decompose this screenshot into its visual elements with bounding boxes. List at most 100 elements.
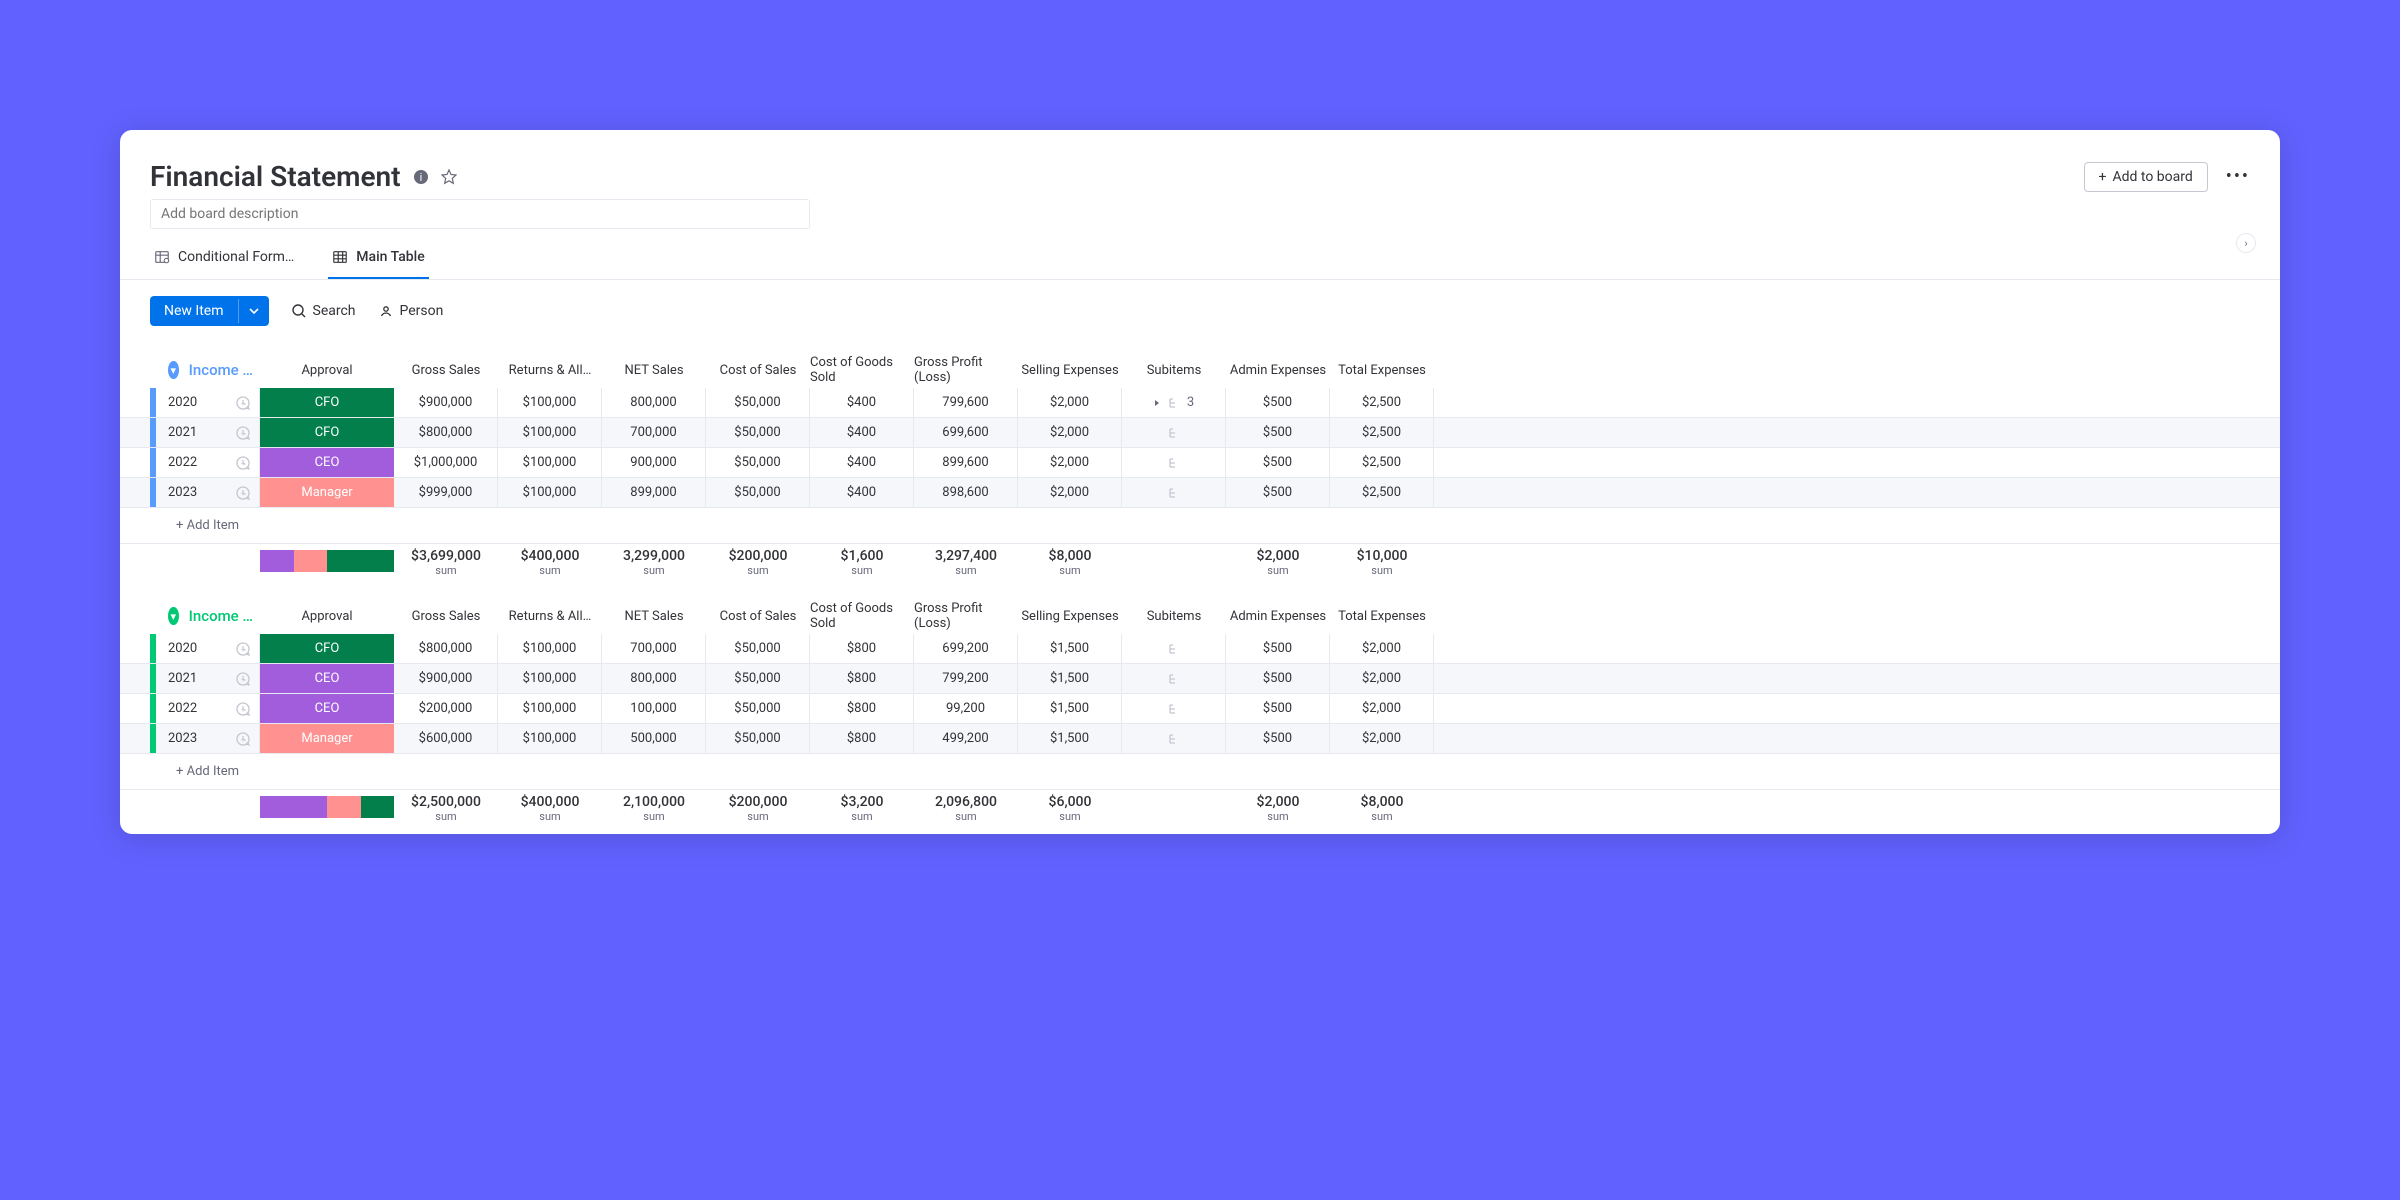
new-item-button[interactable]: New Item <box>150 296 269 326</box>
col-gross_sales[interactable]: Gross Sales <box>394 609 498 624</box>
group-collapse-icon[interactable]: ▾ <box>168 361 179 379</box>
cell-selling_exp[interactable]: $1,500 <box>1018 634 1122 663</box>
col-approval[interactable]: Approval <box>260 363 394 378</box>
cell-gross_profit[interactable]: 799,600 <box>914 388 1018 417</box>
cell-cost_sales[interactable]: $50,000 <box>706 664 810 693</box>
group-title[interactable]: Income Stateme… <box>189 361 260 379</box>
col-gross_profit[interactable]: Gross Profit (Loss) <box>914 355 1018 385</box>
cell-total_exp[interactable]: $2,000 <box>1330 694 1434 723</box>
cell-gross_profit[interactable]: 898,600 <box>914 478 1018 507</box>
cell-cogs[interactable]: $800 <box>810 724 914 753</box>
cell-gross_sales[interactable]: $900,000 <box>394 388 498 417</box>
subitems-cell[interactable] <box>1122 448 1226 477</box>
cell-selling_exp[interactable]: $1,500 <box>1018 724 1122 753</box>
add-comment-icon[interactable]: + <box>235 425 251 441</box>
col-selling_exp[interactable]: Selling Expenses <box>1018 363 1122 378</box>
col-gross_profit[interactable]: Gross Profit (Loss) <box>914 601 1018 631</box>
subitems-cell[interactable] <box>1122 694 1226 723</box>
table-row[interactable]: 2023+Manager$600,000$100,000500,000$50,0… <box>120 724 2280 754</box>
year-cell[interactable]: 2021+ <box>156 664 260 693</box>
subitems-cell[interactable]: 3 <box>1122 388 1226 417</box>
col-cogs[interactable]: Cost of Goods Sold <box>810 601 914 631</box>
col-admin_exp[interactable]: Admin Expenses <box>1226 609 1330 624</box>
cell-total_exp[interactable]: $2,500 <box>1330 478 1434 507</box>
subitems-cell[interactable] <box>1122 634 1226 663</box>
approval-cell[interactable]: CFO <box>260 418 394 447</box>
table-row[interactable]: 2022+CEO$1,000,000$100,000900,000$50,000… <box>120 448 2280 478</box>
tab-conditional-form[interactable]: Conditional Form… <box>150 241 298 279</box>
cell-cost_sales[interactable]: $50,000 <box>706 388 810 417</box>
subitems-cell[interactable] <box>1122 418 1226 447</box>
cell-cogs[interactable]: $800 <box>810 664 914 693</box>
cell-cogs[interactable]: $400 <box>810 478 914 507</box>
col-net_sales[interactable]: NET Sales <box>602 609 706 624</box>
cell-gross_sales[interactable]: $800,000 <box>394 418 498 447</box>
cell-selling_exp[interactable]: $1,500 <box>1018 694 1122 723</box>
cell-admin_exp[interactable]: $500 <box>1226 448 1330 477</box>
table-row[interactable]: 2020+CFO$900,000$100,000800,000$50,000$4… <box>120 388 2280 418</box>
cell-gross_profit[interactable]: 99,200 <box>914 694 1018 723</box>
tab-main-table[interactable]: Main Table <box>328 241 428 279</box>
cell-gross_profit[interactable]: 699,200 <box>914 634 1018 663</box>
cell-admin_exp[interactable]: $500 <box>1226 694 1330 723</box>
cell-gross_sales[interactable]: $200,000 <box>394 694 498 723</box>
col-cogs[interactable]: Cost of Goods Sold <box>810 355 914 385</box>
approval-cell[interactable]: Manager <box>260 724 394 753</box>
cell-selling_exp[interactable]: $1,500 <box>1018 664 1122 693</box>
cell-admin_exp[interactable]: $500 <box>1226 634 1330 663</box>
cell-returns[interactable]: $100,000 <box>498 634 602 663</box>
group-collapse-icon[interactable]: ▾ <box>168 607 179 625</box>
info-icon[interactable]: i <box>413 169 429 185</box>
add-comment-icon[interactable]: + <box>235 641 251 657</box>
year-cell[interactable]: 2022+ <box>156 448 260 477</box>
cell-gross_profit[interactable]: 699,600 <box>914 418 1018 447</box>
col-approval[interactable]: Approval <box>260 609 394 624</box>
cell-cogs[interactable]: $400 <box>810 418 914 447</box>
cell-total_exp[interactable]: $2,500 <box>1330 418 1434 447</box>
person-tool[interactable]: Person <box>378 303 444 319</box>
cell-selling_exp[interactable]: $2,000 <box>1018 418 1122 447</box>
table-row[interactable]: 2022+CEO$200,000$100,000100,000$50,000$8… <box>120 694 2280 724</box>
cell-returns[interactable]: $100,000 <box>498 724 602 753</box>
year-cell[interactable]: 2023+ <box>156 724 260 753</box>
cell-net_sales[interactable]: 800,000 <box>602 664 706 693</box>
table-row[interactable]: 2021+CEO$900,000$100,000800,000$50,000$8… <box>120 664 2280 694</box>
cell-net_sales[interactable]: 500,000 <box>602 724 706 753</box>
add-item-row[interactable]: + Add Item <box>120 508 2280 544</box>
more-options-icon[interactable]: ••• <box>2226 166 2250 187</box>
add-comment-icon[interactable]: + <box>235 731 251 747</box>
subitems-cell[interactable] <box>1122 664 1226 693</box>
cell-cost_sales[interactable]: $50,000 <box>706 418 810 447</box>
cell-admin_exp[interactable]: $500 <box>1226 478 1330 507</box>
cell-returns[interactable]: $100,000 <box>498 664 602 693</box>
cell-net_sales[interactable]: 800,000 <box>602 388 706 417</box>
cell-returns[interactable]: $100,000 <box>498 478 602 507</box>
col-gross_sales[interactable]: Gross Sales <box>394 363 498 378</box>
col-total_exp[interactable]: Total Expenses <box>1330 363 1434 378</box>
cell-total_exp[interactable]: $2,000 <box>1330 634 1434 663</box>
cell-net_sales[interactable]: 899,000 <box>602 478 706 507</box>
cell-cogs[interactable]: $800 <box>810 634 914 663</box>
col-total_exp[interactable]: Total Expenses <box>1330 609 1434 624</box>
add-comment-icon[interactable]: + <box>235 701 251 717</box>
chevron-down-icon[interactable] <box>238 299 269 323</box>
cell-cost_sales[interactable]: $50,000 <box>706 634 810 663</box>
year-cell[interactable]: 2021+ <box>156 418 260 447</box>
cell-gross_profit[interactable]: 799,200 <box>914 664 1018 693</box>
col-cost_sales[interactable]: Cost of Sales <box>706 609 810 624</box>
year-cell[interactable]: 2020+ <box>156 634 260 663</box>
cell-admin_exp[interactable]: $500 <box>1226 664 1330 693</box>
cell-returns[interactable]: $100,000 <box>498 448 602 477</box>
cell-total_exp[interactable]: $2,500 <box>1330 448 1434 477</box>
search-tool[interactable]: Search <box>291 303 356 319</box>
subitems-cell[interactable] <box>1122 724 1226 753</box>
subitems-cell[interactable] <box>1122 478 1226 507</box>
cell-cogs[interactable]: $400 <box>810 448 914 477</box>
star-icon[interactable] <box>441 169 457 185</box>
cell-net_sales[interactable]: 700,000 <box>602 634 706 663</box>
cell-returns[interactable]: $100,000 <box>498 418 602 447</box>
add-comment-icon[interactable]: + <box>235 485 251 501</box>
table-row[interactable]: 2021+CFO$800,000$100,000700,000$50,000$4… <box>120 418 2280 448</box>
cell-returns[interactable]: $100,000 <box>498 694 602 723</box>
cell-cost_sales[interactable]: $50,000 <box>706 694 810 723</box>
